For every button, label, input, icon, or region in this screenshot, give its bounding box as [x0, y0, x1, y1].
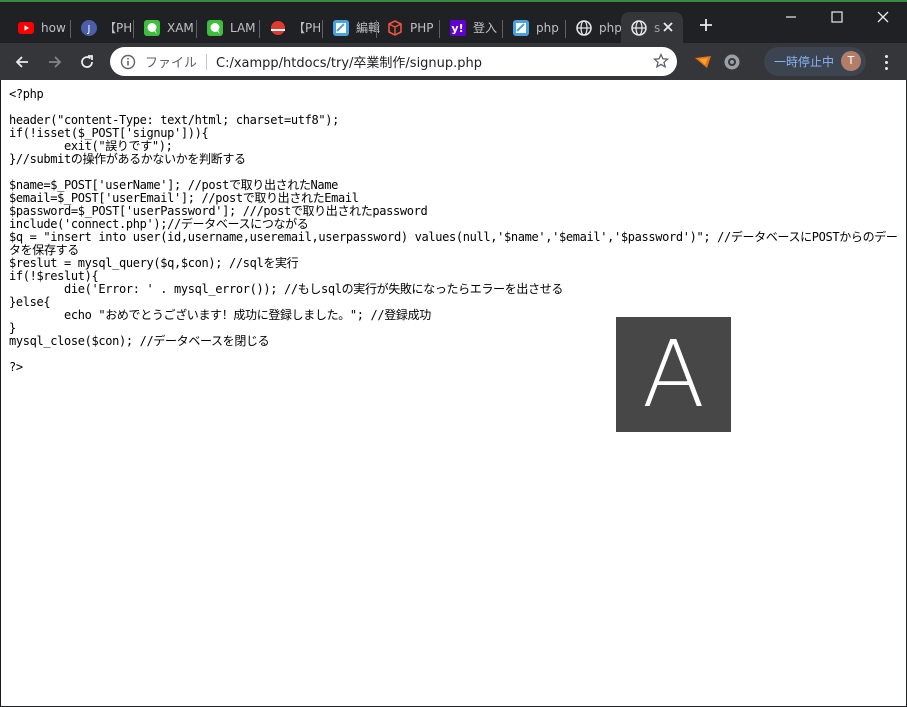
tab-label: how	[41, 20, 66, 35]
source-line: mysql_close($con); //データベースを閉じる	[9, 334, 270, 348]
tab-lamp[interactable]: LAM	[197, 12, 257, 43]
tab-j[interactable]: J 【PH	[71, 12, 131, 43]
tab-label: php	[536, 20, 559, 35]
back-button[interactable]	[8, 48, 36, 76]
tab-xampp[interactable]: XAM	[134, 12, 194, 43]
tab-label: LAM	[230, 20, 256, 35]
browser-window: how J 【PH XAM LAM 【PH 編輯 PHP y! 登入 php p…	[0, 0, 907, 707]
arrow-right-icon	[49, 56, 62, 68]
source-line: if(!isset($_POST['signup'])){	[9, 126, 209, 140]
source-line: }//submitの操作があるかないかを判断する	[9, 152, 246, 166]
j-logo-icon: J	[81, 19, 97, 36]
extension-icon	[695, 56, 711, 68]
chat-bubble-icon	[144, 19, 160, 36]
browser-toolbar: ファイル C:/xampp/htdocs/try/卒業制作/signup.php…	[0, 43, 907, 80]
tab-label: 【PH	[293, 21, 320, 35]
php-source-text: <?php header("content-Type: text/html; c…	[9, 88, 899, 374]
tab-label: php	[599, 20, 621, 35]
tab-red[interactable]: 【PH	[260, 12, 320, 43]
globe-icon	[631, 19, 647, 36]
tab-label: s	[654, 20, 661, 35]
star-icon[interactable]	[653, 53, 669, 69]
close-window-button[interactable]	[860, 2, 906, 32]
source-line: if(!$reslut){	[9, 269, 99, 283]
circle-extension-icon	[724, 54, 740, 70]
tab-edit[interactable]: 編輯	[323, 12, 383, 43]
address-bar[interactable]: ファイル C:/xampp/htdocs/try/卒業制作/signup.php	[110, 47, 677, 76]
maximize-icon	[831, 11, 843, 23]
arrow-left-icon	[15, 56, 28, 68]
tab-laravel[interactable]: PHP	[377, 12, 437, 43]
reload-icon	[81, 55, 93, 68]
profile-paused-button[interactable]: 一時停止中 T	[764, 47, 866, 76]
tab-php-globe[interactable]: php	[566, 12, 621, 43]
menu-dot	[884, 54, 888, 58]
extension-button[interactable]	[693, 52, 713, 72]
avatar: T	[841, 51, 861, 71]
yahoo-icon: y!	[450, 19, 466, 36]
globe-icon	[576, 19, 592, 36]
source-line: $password=$_POST['userPassword']; ///pos…	[9, 204, 428, 218]
tab-active[interactable]: s	[621, 12, 683, 43]
plus-icon	[700, 19, 712, 31]
tab-php-edit[interactable]: php	[503, 12, 563, 43]
source-line: $q = "insert into user(id,username,usere…	[9, 230, 898, 257]
tab-yahoo[interactable]: y! 登入	[440, 12, 500, 43]
info-icon[interactable]	[120, 54, 136, 70]
minimize-icon	[786, 16, 796, 18]
stackedit-icon	[333, 19, 349, 36]
overlay-letter-tile: A	[616, 317, 731, 432]
svg-text:y!: y!	[451, 22, 463, 35]
tab-label: XAM	[167, 20, 194, 35]
minimize-button[interactable]	[768, 2, 814, 32]
source-line: $reslut = mysql_query($q,$con); //sqlを実行	[9, 256, 299, 270]
source-line: ?>	[9, 360, 23, 374]
source-line: die('Error: ' . mysql_error()); //もしsqlの…	[9, 282, 564, 296]
source-line: include('connect.php');//データベースにつながる	[9, 217, 309, 231]
tab-label: 登入	[473, 21, 498, 35]
stackedit-icon	[513, 19, 529, 36]
forward-button[interactable]	[41, 48, 69, 76]
url-text[interactable]: C:/xampp/htdocs/try/卒業制作/signup.php	[216, 52, 482, 71]
close-tab-icon[interactable]	[661, 20, 675, 34]
tab-label: PHP	[410, 20, 434, 35]
source-line: $name=$_POST['userName']; //postで取り出されたN…	[9, 178, 339, 192]
new-tab-button[interactable]	[694, 14, 718, 38]
source-line: echo "おめでとうございます！成功に登録しました。"; //登録成功	[9, 308, 431, 322]
source-line: }	[9, 321, 16, 335]
chat-bubble-icon	[207, 19, 223, 36]
omnibox-divider	[206, 53, 208, 70]
paused-label: 一時停止中	[774, 55, 835, 69]
source-line: }else{	[9, 295, 51, 309]
more-menu-button[interactable]	[876, 52, 896, 72]
tab-youtube[interactable]: how	[8, 12, 68, 43]
laravel-icon	[387, 19, 403, 36]
reload-button[interactable]	[73, 48, 101, 76]
svg-text:J: J	[87, 24, 91, 35]
tab-label: 【PH	[104, 21, 131, 35]
menu-dot	[884, 66, 888, 70]
youtube-icon	[18, 20, 34, 36]
page-content: <?php header("content-Type: text/html; c…	[0, 80, 906, 706]
source-line: header("content-Type: text/html; charset…	[9, 113, 339, 127]
source-line: exit("誤りです");	[9, 139, 173, 153]
extension-button[interactable]	[722, 52, 742, 72]
menu-dot	[884, 60, 888, 64]
source-line: $email=$_POST['userEmail']; //postで取り出され…	[9, 191, 359, 205]
maximize-button[interactable]	[814, 2, 860, 32]
close-icon	[877, 11, 889, 23]
red-dot-icon	[270, 20, 286, 36]
source-line: <?php	[9, 87, 44, 101]
tab-strip: how J 【PH XAM LAM 【PH 編輯 PHP y! 登入 php p…	[0, 2, 907, 43]
scheme-label: ファイル	[145, 56, 198, 71]
